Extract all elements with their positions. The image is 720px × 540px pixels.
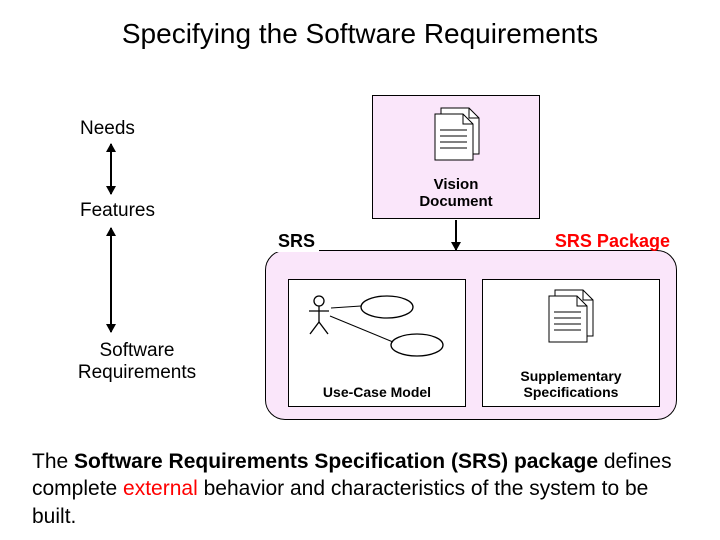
label-needs: Needs <box>80 118 135 140</box>
body-bold: Software Requirements Specification (SRS… <box>74 450 598 473</box>
arrow-features-requirements <box>110 228 112 332</box>
body-external: external <box>123 477 198 500</box>
label-software-requirements: SoftwareRequirements <box>72 340 202 384</box>
connector-lines-icon <box>321 294 441 374</box>
srs-label: SRS <box>274 231 319 252</box>
supplementary-box: SupplementarySpecifications <box>482 279 660 407</box>
body-paragraph: The Software Requirements Specification … <box>32 448 682 530</box>
vision-document-box: VisionDocument <box>372 95 540 219</box>
use-case-caption: Use-Case Model <box>289 384 465 400</box>
page-title: Specifying the Software Requirements <box>0 18 720 50</box>
body-pre: The <box>32 450 74 473</box>
arrow-needs-features <box>110 144 112 194</box>
document-stack-icon <box>429 106 485 166</box>
document-stack-icon <box>543 288 599 348</box>
vision-caption: VisionDocument <box>373 176 539 211</box>
use-case-model-box: Use-Case Model <box>288 279 466 407</box>
srs-package-container: SRS SRS Package Use-Case Model <box>265 250 677 420</box>
srs-package-label: SRS Package <box>555 231 670 252</box>
supplementary-caption: SupplementarySpecifications <box>483 368 659 400</box>
label-features: Features <box>80 200 155 222</box>
arrow-vision-to-srs <box>455 220 457 250</box>
